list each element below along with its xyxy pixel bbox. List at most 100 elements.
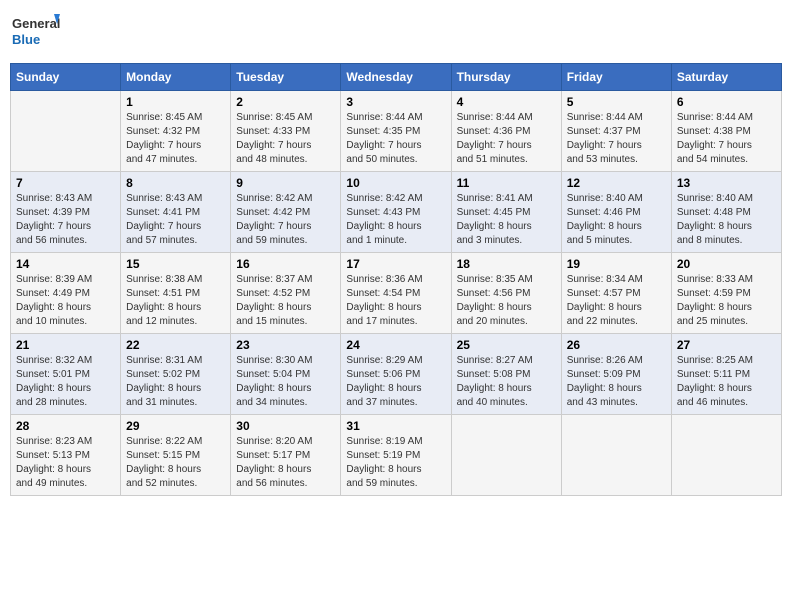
calendar-cell: 12Sunrise: 8:40 AM Sunset: 4:46 PM Dayli… — [561, 172, 671, 253]
calendar-cell: 13Sunrise: 8:40 AM Sunset: 4:48 PM Dayli… — [671, 172, 781, 253]
calendar-cell: 30 Sunrise: 8:20 AM Sunset: 5:17 PM Dayli… — [231, 415, 341, 496]
svg-text:Blue: Blue — [12, 32, 40, 47]
calendar-cell — [561, 415, 671, 496]
day-number: 18 — [457, 257, 556, 271]
day-number: 27 — [677, 338, 776, 352]
calendar-cell: 22 Sunrise: 8:31 AM Sunset: 5:02 PM Dayli… — [121, 334, 231, 415]
day-info: Sunrise: 8:33 AM Sunset: 4:59 PM Dayligh… — [677, 273, 776, 329]
calendar-cell: 11 Sunrise: 8:41 AM Sunset: 4:45 PM Dayli… — [451, 172, 561, 253]
week-row-2: 14 Sunrise: 8:39 AM Sunset: 4:49 PM Dayli… — [11, 253, 782, 334]
day-info: Sunrise: 8:39 AM Sunset: 4:49 PM Dayligh… — [16, 273, 115, 329]
calendar-cell: 23 Sunrise: 8:30 AM Sunset: 5:04 PM Dayli… — [231, 334, 341, 415]
calendar-cell: 21 Sunrise: 8:32 AM Sunset: 5:01 PM Dayli… — [11, 334, 121, 415]
day-info: Sunrise: 8:29 AM Sunset: 5:06 PM Dayligh… — [346, 354, 445, 410]
day-info: Sunrise: 8:44 AM Sunset: 4:38 PM Dayligh… — [677, 111, 776, 167]
day-info: Sunrise: 8:27 AM Sunset: 5:08 PM Dayligh… — [457, 354, 556, 410]
calendar-cell: 9 Sunrise: 8:42 AM Sunset: 4:42 PM Daylig… — [231, 172, 341, 253]
day-number: 30 — [236, 419, 335, 433]
day-info: Sunrise: 8:44 AM Sunset: 4:36 PM Dayligh… — [457, 111, 556, 167]
calendar-cell: 18 Sunrise: 8:35 AM Sunset: 4:56 PM Dayli… — [451, 253, 561, 334]
day-number: 14 — [16, 257, 115, 271]
day-number: 23 — [236, 338, 335, 352]
header-day-saturday: Saturday — [671, 64, 781, 91]
calendar-cell: 14 Sunrise: 8:39 AM Sunset: 4:49 PM Dayli… — [11, 253, 121, 334]
day-info: Sunrise: 8:32 AM Sunset: 5:01 PM Dayligh… — [16, 354, 115, 410]
day-number: 28 — [16, 419, 115, 433]
day-number: 1 — [126, 95, 225, 109]
calendar-cell: 1 Sunrise: 8:45 AM Sunset: 4:32 PM Daylig… — [121, 91, 231, 172]
calendar-cell: 20Sunrise: 8:33 AM Sunset: 4:59 PM Dayli… — [671, 253, 781, 334]
day-number: 8 — [126, 176, 225, 190]
calendar-cell: 27 Sunrise: 8:25 AM Sunset: 5:11 PM Dayli… — [671, 334, 781, 415]
logo: General Blue — [10, 10, 60, 55]
header-day-tuesday: Tuesday — [231, 64, 341, 91]
day-info: Sunrise: 8:43 AM Sunset: 4:41 PM Dayligh… — [126, 192, 225, 248]
calendar-header: SundayMondayTuesdayWednesdayThursdayFrid… — [11, 64, 782, 91]
calendar-cell — [11, 91, 121, 172]
day-info: Sunrise: 8:22 AM Sunset: 5:15 PM Dayligh… — [126, 435, 225, 491]
calendar-cell: 6Sunrise: 8:44 AM Sunset: 4:38 PM Daylig… — [671, 91, 781, 172]
day-number: 7 — [16, 176, 115, 190]
calendar-cell: 7 Sunrise: 8:43 AM Sunset: 4:39 PM Daylig… — [11, 172, 121, 253]
day-info: Sunrise: 8:26 AM Sunset: 5:09 PM Dayligh… — [567, 354, 666, 410]
calendar-cell: 31 Sunrise: 8:19 AM Sunset: 5:19 PM Dayli… — [341, 415, 451, 496]
day-info: Sunrise: 8:42 AM Sunset: 4:42 PM Dayligh… — [236, 192, 335, 248]
calendar-cell: 8 Sunrise: 8:43 AM Sunset: 4:41 PM Daylig… — [121, 172, 231, 253]
day-info: Sunrise: 8:31 AM Sunset: 5:02 PM Dayligh… — [126, 354, 225, 410]
day-number: 10 — [346, 176, 445, 190]
day-number: 17 — [346, 257, 445, 271]
header-day-sunday: Sunday — [11, 64, 121, 91]
day-info: Sunrise: 8:35 AM Sunset: 4:56 PM Dayligh… — [457, 273, 556, 329]
day-info: Sunrise: 8:44 AM Sunset: 4:35 PM Dayligh… — [346, 111, 445, 167]
day-number: 31 — [346, 419, 445, 433]
day-number: 29 — [126, 419, 225, 433]
day-info: Sunrise: 8:41 AM Sunset: 4:45 PM Dayligh… — [457, 192, 556, 248]
calendar-cell: 2Sunrise: 8:45 AM Sunset: 4:33 PM Daylig… — [231, 91, 341, 172]
day-number: 21 — [16, 338, 115, 352]
day-info: Sunrise: 8:20 AM Sunset: 5:17 PM Dayligh… — [236, 435, 335, 491]
day-info: Sunrise: 8:23 AM Sunset: 5:13 PM Dayligh… — [16, 435, 115, 491]
day-info: Sunrise: 8:45 AM Sunset: 4:32 PM Dayligh… — [126, 111, 225, 167]
day-number: 26 — [567, 338, 666, 352]
svg-text:General: General — [12, 16, 60, 31]
day-number: 4 — [457, 95, 556, 109]
header-row: SundayMondayTuesdayWednesdayThursdayFrid… — [11, 64, 782, 91]
day-number: 15 — [126, 257, 225, 271]
calendar-cell: 25 Sunrise: 8:27 AM Sunset: 5:08 PM Dayli… — [451, 334, 561, 415]
calendar-cell: 17 Sunrise: 8:36 AM Sunset: 4:54 PM Dayli… — [341, 253, 451, 334]
day-info: Sunrise: 8:25 AM Sunset: 5:11 PM Dayligh… — [677, 354, 776, 410]
calendar-cell: 16 Sunrise: 8:37 AM Sunset: 4:52 PM Dayli… — [231, 253, 341, 334]
calendar-table: SundayMondayTuesdayWednesdayThursdayFrid… — [10, 63, 782, 496]
calendar-cell: 3 Sunrise: 8:44 AM Sunset: 4:35 PM Daylig… — [341, 91, 451, 172]
header-day-monday: Monday — [121, 64, 231, 91]
calendar-cell — [671, 415, 781, 496]
calendar-cell: 29 Sunrise: 8:22 AM Sunset: 5:15 PM Dayli… — [121, 415, 231, 496]
day-info: Sunrise: 8:43 AM Sunset: 4:39 PM Dayligh… — [16, 192, 115, 248]
calendar-cell: 15 Sunrise: 8:38 AM Sunset: 4:51 PM Dayli… — [121, 253, 231, 334]
day-info: Sunrise: 8:19 AM Sunset: 5:19 PM Dayligh… — [346, 435, 445, 491]
day-number: 13 — [677, 176, 776, 190]
day-number: 24 — [346, 338, 445, 352]
day-number: 25 — [457, 338, 556, 352]
day-number: 3 — [346, 95, 445, 109]
calendar-cell: 10 Sunrise: 8:42 AM Sunset: 4:43 PM Dayli… — [341, 172, 451, 253]
day-number: 16 — [236, 257, 335, 271]
week-row-0: 1 Sunrise: 8:45 AM Sunset: 4:32 PM Daylig… — [11, 91, 782, 172]
day-info: Sunrise: 8:36 AM Sunset: 4:54 PM Dayligh… — [346, 273, 445, 329]
week-row-1: 7 Sunrise: 8:43 AM Sunset: 4:39 PM Daylig… — [11, 172, 782, 253]
day-info: Sunrise: 8:37 AM Sunset: 4:52 PM Dayligh… — [236, 273, 335, 329]
day-number: 9 — [236, 176, 335, 190]
day-number: 22 — [126, 338, 225, 352]
calendar-cell: 28 Sunrise: 8:23 AM Sunset: 5:13 PM Dayli… — [11, 415, 121, 496]
calendar-cell — [451, 415, 561, 496]
calendar-cell: 19Sunrise: 8:34 AM Sunset: 4:57 PM Dayli… — [561, 253, 671, 334]
day-info: Sunrise: 8:30 AM Sunset: 5:04 PM Dayligh… — [236, 354, 335, 410]
day-number: 12 — [567, 176, 666, 190]
day-info: Sunrise: 8:38 AM Sunset: 4:51 PM Dayligh… — [126, 273, 225, 329]
day-number: 11 — [457, 176, 556, 190]
header-day-wednesday: Wednesday — [341, 64, 451, 91]
calendar-cell: 5Sunrise: 8:44 AM Sunset: 4:37 PM Daylig… — [561, 91, 671, 172]
day-number: 5 — [567, 95, 666, 109]
day-info: Sunrise: 8:42 AM Sunset: 4:43 PM Dayligh… — [346, 192, 445, 248]
day-number: 2 — [236, 95, 335, 109]
